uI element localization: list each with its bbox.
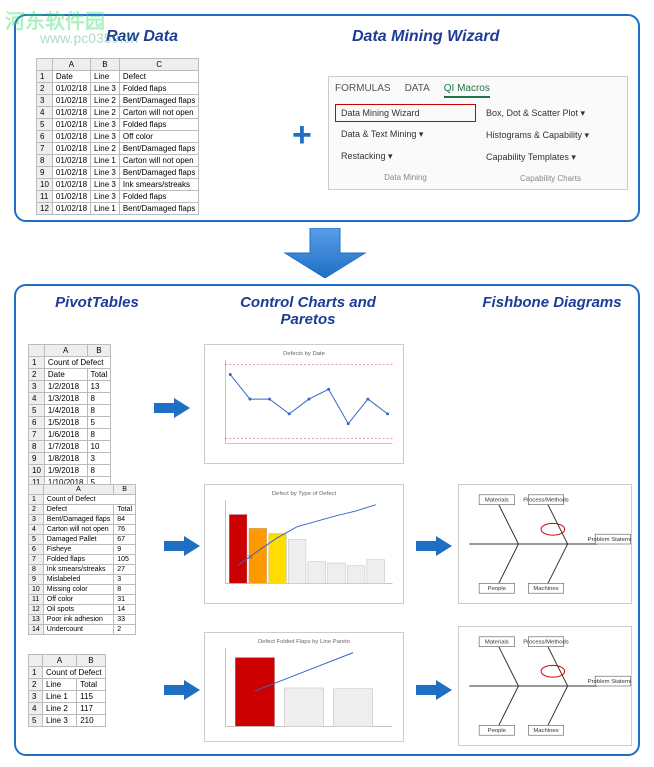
data-mining-wizard-button[interactable]: Data Mining Wizard bbox=[335, 104, 476, 122]
pivot-defect-table: AB 1Count of Defect 2DefectTotal 3Bent/D… bbox=[28, 484, 136, 635]
table-row: 51/4/20188 bbox=[29, 405, 111, 417]
table-row: 5Damaged Pallet67 bbox=[29, 535, 136, 545]
arrow-icon bbox=[152, 396, 192, 420]
tab-formulas[interactable]: FORMULAS bbox=[335, 83, 391, 98]
svg-text:People: People bbox=[488, 586, 507, 592]
table-row: 14Undercount2 bbox=[29, 625, 136, 635]
pareto-chart-1: Defect by Type of Defect TS bbox=[204, 484, 404, 604]
table-row: 71/6/20188 bbox=[29, 429, 111, 441]
group-label-mining: Data Mining bbox=[335, 173, 476, 182]
control-charts-title: Control Charts and Paretos bbox=[228, 294, 388, 328]
chart-title: Defect Folded Flaps by Line Pareto bbox=[258, 639, 351, 645]
table-row: 8Ink smears/streaks27 bbox=[29, 565, 136, 575]
svg-text:Problem Statement: Problem Statement bbox=[588, 679, 632, 685]
pivot-date-table: AB 1Count of Defect 2DateTotal 31/2/2018… bbox=[28, 344, 111, 489]
svg-text:People: People bbox=[488, 728, 507, 734]
restacking-button[interactable]: Restacking ▾ bbox=[335, 147, 476, 166]
table-row: 1201/02/18Line 1Bent/Damaged flaps bbox=[37, 203, 199, 215]
table-row: 61/5/20185 bbox=[29, 417, 111, 429]
table-row: 41/3/20188 bbox=[29, 393, 111, 405]
table-row: 13Poor ink adhesion33 bbox=[29, 615, 136, 625]
table-row: 81/7/201810 bbox=[29, 441, 111, 453]
table-col-header: ABC bbox=[37, 59, 199, 71]
table-row: 91/8/20183 bbox=[29, 453, 111, 465]
table-row: 4Carton will not open76 bbox=[29, 525, 136, 535]
table-row: 6Fisheye9 bbox=[29, 545, 136, 555]
table-row: 1001/02/18Line 3Ink smears/streaks bbox=[37, 179, 199, 191]
table-row: 101/9/20188 bbox=[29, 465, 111, 477]
pivot-line-table: AB 1Count of Defect 2LineTotal 3Line 111… bbox=[28, 654, 106, 727]
table-row: 5Line 3210 bbox=[29, 715, 106, 727]
ribbon-tabs: FORMULAS DATA QI Macros bbox=[335, 83, 621, 98]
table-header-row: 1DateLineDefect bbox=[37, 71, 199, 83]
watermark-url: www.pc0359.cn bbox=[40, 30, 138, 46]
group-label-capability: Capability Charts bbox=[480, 174, 621, 183]
arrow-icon bbox=[162, 678, 202, 702]
data-text-mining-button[interactable]: Data & Text Mining ▾ bbox=[335, 125, 476, 144]
table-row: 701/02/18Line 2Bent/Damaged flaps bbox=[37, 143, 199, 155]
histograms-button[interactable]: Histograms & Capability ▾ bbox=[480, 126, 621, 145]
table-row: 501/02/18Line 3Folded flaps bbox=[37, 119, 199, 131]
table-row: 601/02/18Line 3Off color bbox=[37, 131, 199, 143]
ribbon-group-mining: Data Mining Wizard Data & Text Mining ▾ … bbox=[335, 104, 476, 183]
arrow-icon bbox=[414, 534, 454, 558]
table-row: 801/02/18Line 1Carton will not open bbox=[37, 155, 199, 167]
wizard-title: Data Mining Wizard bbox=[352, 28, 499, 46]
table-row: 201/02/18Line 3Folded flaps bbox=[37, 83, 199, 95]
capability-templates-button[interactable]: Capability Templates ▾ bbox=[480, 148, 621, 167]
flow-arrow-down bbox=[280, 228, 370, 278]
svg-text:Materials: Materials bbox=[485, 498, 509, 504]
bottom-panel: PivotTables Control Charts and Paretos F… bbox=[14, 284, 640, 756]
svg-text:Machines: Machines bbox=[533, 728, 558, 734]
svg-text:Materials: Materials bbox=[485, 640, 509, 646]
svg-text:Process/Methods: Process/Methods bbox=[523, 640, 569, 646]
svg-text:Process/Methods: Process/Methods bbox=[523, 498, 569, 504]
svg-text:Machines: Machines bbox=[533, 586, 558, 592]
table-row: 7Folded flaps105 bbox=[29, 555, 136, 565]
table-row: 12Oil spots14 bbox=[29, 605, 136, 615]
pivottables-title: PivotTables bbox=[32, 294, 162, 311]
table-row: 3Line 1115 bbox=[29, 691, 106, 703]
fishbone-diagram-1: Materials Process/Methods People Machines Pr… bbox=[458, 484, 632, 604]
tab-data[interactable]: DATA bbox=[405, 83, 430, 98]
table-row: 11Off color31 bbox=[29, 595, 136, 605]
pareto-chart-2: Defect Folded Flaps by Line Pareto bbox=[204, 632, 404, 742]
excel-ribbon: FORMULAS DATA QI Macros Data Mining Wiza… bbox=[328, 76, 628, 190]
tab-qimacros[interactable]: QI Macros bbox=[444, 83, 490, 98]
fishbone-title: Fishbone Diagrams bbox=[482, 294, 622, 311]
table-row: 1101/02/18Line 3Folded flaps bbox=[37, 191, 199, 203]
arrow-icon bbox=[162, 534, 202, 558]
plus-icon: + bbox=[292, 116, 312, 155]
chart-title: Defect by Type of Defect bbox=[272, 491, 337, 497]
table-row: 10Missing color8 bbox=[29, 585, 136, 595]
control-chart: Defects by Date bbox=[204, 344, 404, 464]
svg-text:Problem Statement: Problem Statement bbox=[588, 537, 632, 543]
table-row: 901/02/18Line 3Bent/Damaged flaps bbox=[37, 167, 199, 179]
raw-data-table: ABC 1DateLineDefect 201/02/18Line 3Folde… bbox=[36, 58, 199, 215]
table-row: 31/2/201813 bbox=[29, 381, 111, 393]
table-row: 401/02/18Line 2Carton will not open bbox=[37, 107, 199, 119]
chart-title: Defects by Date bbox=[283, 351, 326, 357]
arrow-icon bbox=[414, 678, 454, 702]
fishbone-diagram-2: Materials Process/Methods People Machines Pr… bbox=[458, 626, 632, 746]
table-row: 4Line 2117 bbox=[29, 703, 106, 715]
table-row: 3Bent/Damaged flaps84 bbox=[29, 515, 136, 525]
svg-text:TS: TS bbox=[245, 555, 253, 561]
table-row: 9Mislabeled3 bbox=[29, 575, 136, 585]
ribbon-group-capability: Box, Dot & Scatter Plot ▾ Histograms & C… bbox=[480, 104, 621, 183]
table-row: 301/02/18Line 2Bent/Damaged flaps bbox=[37, 95, 199, 107]
box-dot-button[interactable]: Box, Dot & Scatter Plot ▾ bbox=[480, 104, 621, 123]
